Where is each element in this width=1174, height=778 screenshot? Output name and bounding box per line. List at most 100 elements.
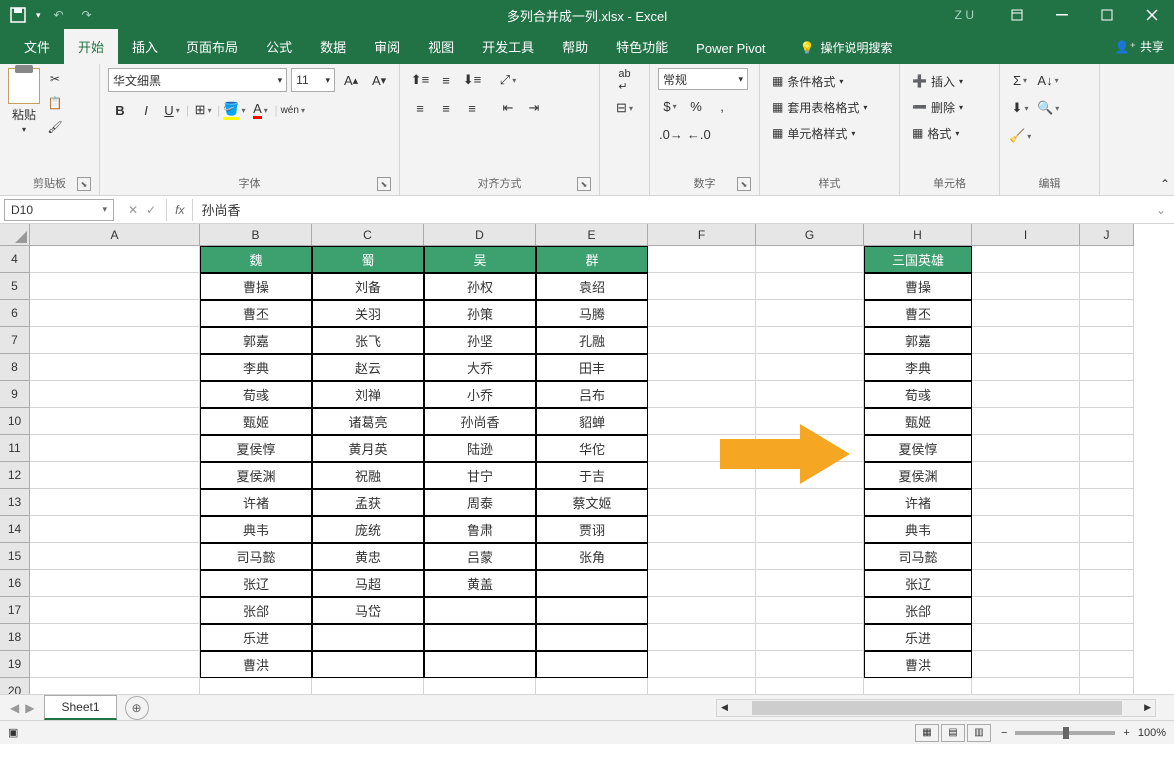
column-header[interactable]: A: [30, 224, 200, 246]
horizontal-scrollbar[interactable]: ◀ ▶: [716, 699, 1156, 717]
zoom-slider[interactable]: [1015, 731, 1115, 735]
data-cell[interactable]: 赵云: [312, 354, 424, 381]
cell[interactable]: [648, 543, 756, 570]
column-header[interactable]: H: [864, 224, 972, 246]
data-cell[interactable]: [536, 570, 648, 597]
data-cell[interactable]: 刘备: [312, 273, 424, 300]
cell[interactable]: [648, 300, 756, 327]
name-box[interactable]: D10▾: [4, 199, 114, 221]
next-sheet-icon[interactable]: ▶: [25, 701, 34, 715]
row-header[interactable]: 18: [0, 624, 30, 651]
cell-styles-button[interactable]: ▦单元格样式▾: [768, 120, 891, 146]
autosum-button[interactable]: Σ: [1008, 68, 1032, 92]
result-cell[interactable]: 张辽: [864, 570, 972, 597]
collapse-ribbon-icon[interactable]: ⌃: [1160, 177, 1170, 191]
cell[interactable]: [972, 273, 1080, 300]
row-header[interactable]: 19: [0, 651, 30, 678]
align-top-icon[interactable]: ⬆≡: [408, 68, 432, 92]
cell[interactable]: [756, 597, 864, 624]
cell[interactable]: [30, 489, 200, 516]
confirm-formula-icon[interactable]: ✓: [146, 203, 156, 217]
align-left-icon[interactable]: ≡: [408, 96, 432, 120]
font-name-combo[interactable]: 华文细黑▾: [108, 68, 287, 92]
data-cell[interactable]: [312, 651, 424, 678]
data-cell[interactable]: 郭嘉: [200, 327, 312, 354]
zoom-level[interactable]: 100%: [1138, 727, 1166, 739]
row-header[interactable]: 7: [0, 327, 30, 354]
cell[interactable]: [972, 678, 1080, 694]
table-header-cell[interactable]: 蜀: [312, 246, 424, 273]
cell[interactable]: [1080, 543, 1134, 570]
cell[interactable]: [972, 381, 1080, 408]
wrap-text-button[interactable]: ab↵: [613, 68, 637, 92]
data-cell[interactable]: 甘宁: [424, 462, 536, 489]
data-cell[interactable]: 田丰: [536, 354, 648, 381]
data-cell[interactable]: 荀彧: [200, 381, 312, 408]
data-cell[interactable]: 陆逊: [424, 435, 536, 462]
cell[interactable]: [30, 300, 200, 327]
cell[interactable]: [864, 678, 972, 694]
cell[interactable]: [30, 246, 200, 273]
currency-icon[interactable]: $: [658, 94, 682, 118]
result-cell[interactable]: 夏侯渊: [864, 462, 972, 489]
decrease-indent-icon[interactable]: ⇤: [496, 96, 520, 120]
align-center-icon[interactable]: ≡: [434, 96, 458, 120]
cell[interactable]: [972, 435, 1080, 462]
cell[interactable]: [1080, 489, 1134, 516]
result-cell[interactable]: 乐进: [864, 624, 972, 651]
insert-cells-button[interactable]: ➕插入▾: [908, 68, 991, 94]
cell[interactable]: [30, 408, 200, 435]
data-cell[interactable]: 曹操: [200, 273, 312, 300]
data-cell[interactable]: 蔡文姬: [536, 489, 648, 516]
row-header[interactable]: 6: [0, 300, 30, 327]
result-cell[interactable]: 张郃: [864, 597, 972, 624]
cell[interactable]: [1080, 435, 1134, 462]
result-cell[interactable]: 李典: [864, 354, 972, 381]
ribbon-options-icon[interactable]: [994, 0, 1039, 30]
cell[interactable]: [1080, 246, 1134, 273]
cell[interactable]: [1080, 462, 1134, 489]
copy-icon[interactable]: 📋: [44, 92, 66, 114]
cell[interactable]: [30, 678, 200, 694]
result-cell[interactable]: 夏侯惇: [864, 435, 972, 462]
cell[interactable]: [756, 381, 864, 408]
cell[interactable]: [972, 246, 1080, 273]
dialog-launcher-icon[interactable]: ⬊: [77, 177, 91, 191]
tab-view[interactable]: 视图: [414, 29, 468, 64]
scrollbar-thumb[interactable]: [752, 701, 1122, 715]
cell[interactable]: [30, 624, 200, 651]
tab-help[interactable]: 帮助: [548, 29, 602, 64]
cell[interactable]: [972, 543, 1080, 570]
result-cell[interactable]: 甄姬: [864, 408, 972, 435]
row-header[interactable]: 12: [0, 462, 30, 489]
cell[interactable]: [972, 354, 1080, 381]
font-size-combo[interactable]: 11▾: [291, 68, 335, 92]
worksheet-grid[interactable]: ABCDEFGHIJ 4567891011121314151617181920 …: [0, 224, 1174, 694]
cell[interactable]: [1080, 354, 1134, 381]
undo-icon[interactable]: ↶: [49, 5, 69, 25]
cell[interactable]: [648, 327, 756, 354]
tab-insert[interactable]: 插入: [118, 29, 172, 64]
zoom-out-icon[interactable]: −: [1001, 727, 1007, 739]
column-header[interactable]: G: [756, 224, 864, 246]
table-header-cell[interactable]: 群: [536, 246, 648, 273]
data-cell[interactable]: 孟获: [312, 489, 424, 516]
prev-sheet-icon[interactable]: ◀: [10, 701, 19, 715]
result-cell[interactable]: 曹丕: [864, 300, 972, 327]
merge-button[interactable]: ⊟: [613, 96, 637, 120]
cell[interactable]: [972, 597, 1080, 624]
column-header[interactable]: J: [1080, 224, 1134, 246]
data-cell[interactable]: 夏侯惇: [200, 435, 312, 462]
scroll-left-icon[interactable]: ◀: [717, 702, 732, 713]
column-header[interactable]: C: [312, 224, 424, 246]
align-middle-icon[interactable]: ≡: [434, 68, 458, 92]
cell[interactable]: [756, 651, 864, 678]
paste-button[interactable]: 粘贴 ▾: [8, 68, 40, 175]
data-cell[interactable]: 张辽: [200, 570, 312, 597]
result-cell[interactable]: 曹洪: [864, 651, 972, 678]
font-color-button[interactable]: A: [248, 98, 272, 122]
conditional-format-button[interactable]: ▦条件格式▾: [768, 68, 891, 94]
data-cell[interactable]: 司马懿: [200, 543, 312, 570]
data-cell[interactable]: 貂蝉: [536, 408, 648, 435]
bold-button[interactable]: B: [108, 98, 132, 122]
